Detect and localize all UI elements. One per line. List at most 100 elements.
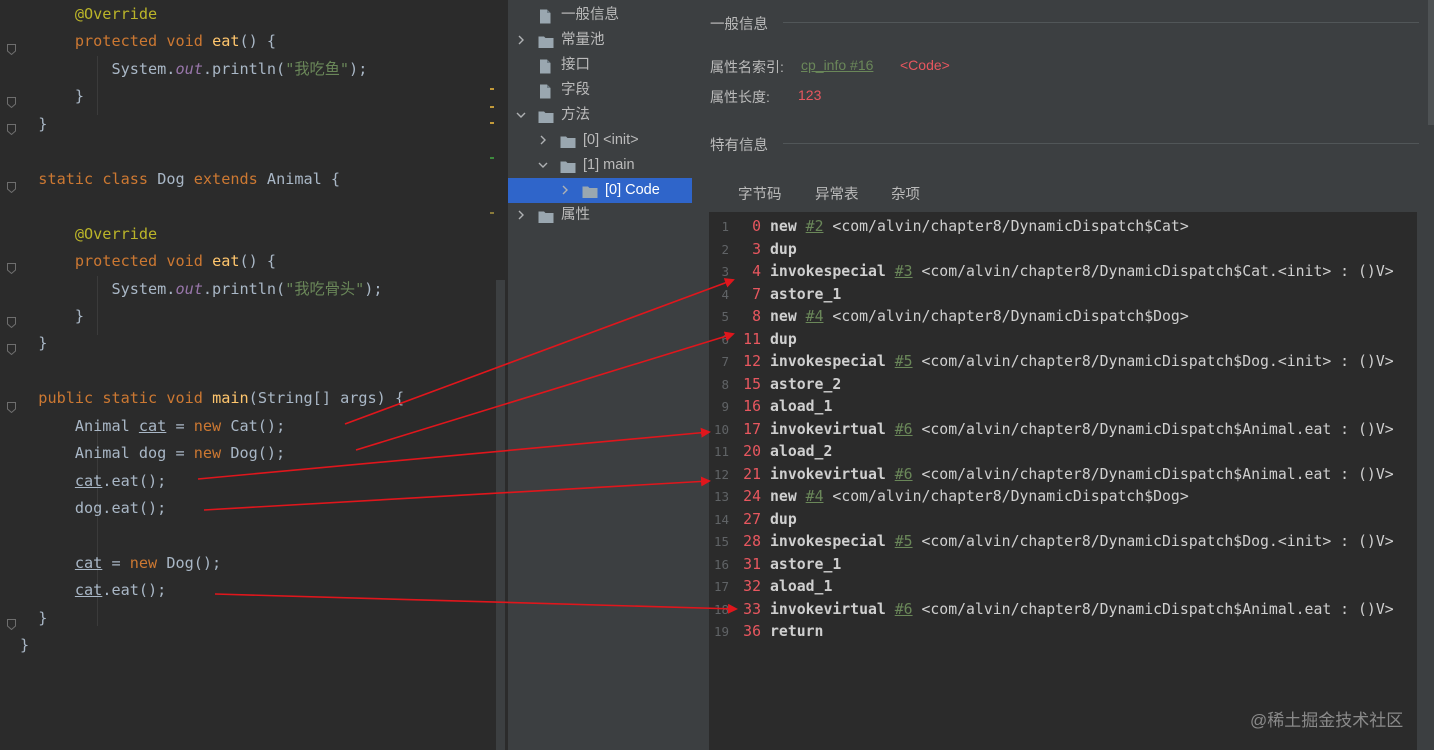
tree-node[interactable]: 常量池 (508, 28, 693, 53)
code-line[interactable]: protected void eat() { (20, 249, 276, 273)
bytecode-line[interactable]: 4 7 astore_1 (709, 284, 1417, 307)
fold-marker-icon[interactable] (7, 93, 16, 109)
tree-node[interactable]: 接口 (508, 53, 693, 78)
class-structure-tree[interactable]: 一般信息 常量池 接口字段方法 [0] <init> [1] main [0] Code 属… (508, 0, 693, 750)
folder-icon (538, 33, 554, 48)
code-token: public (38, 389, 94, 408)
tree-node[interactable]: [0] Code (508, 178, 692, 203)
tree-node[interactable]: 属性 (508, 203, 693, 228)
code-line[interactable]: System.out.println("我吃鱼"); (20, 57, 367, 81)
code-line[interactable]: } (20, 633, 29, 657)
constant-ref-link[interactable]: #4 (806, 308, 824, 325)
code-line[interactable]: Animal cat = new Cat(); (20, 414, 285, 438)
bytecode-line[interactable]: 14 27 dup (709, 509, 1417, 532)
code-line[interactable]: static class Dog extends Animal { (20, 167, 340, 191)
cp-info-link[interactable]: cp_info #16 (801, 57, 873, 73)
constant-ref-link[interactable]: #4 (806, 488, 824, 505)
constant-ref-link[interactable]: #2 (806, 218, 824, 235)
tree-node[interactable]: 方法 (508, 103, 693, 128)
chevron-down-icon[interactable] (538, 153, 548, 179)
code-line[interactable]: cat = new Dog(); (20, 551, 221, 575)
code-line[interactable]: @Override (20, 2, 157, 26)
tree-node[interactable]: 字段 (508, 78, 693, 103)
code-line[interactable]: } (20, 112, 47, 136)
code-line[interactable]: protected void eat() { (20, 29, 276, 53)
chevron-right-icon[interactable] (560, 178, 570, 204)
bytecode-line[interactable]: 5 8 new #4 <com/alvin/chapter8/DynamicDisp… (709, 306, 1417, 329)
tab-misc[interactable]: 杂项 (891, 182, 920, 208)
code-line[interactable]: cat.eat(); (20, 578, 166, 602)
bytecode-line[interactable]: 8 15 astore_2 (709, 374, 1417, 397)
bytecode-line[interactable]: 3 4 invokespecial #3 <com/alvin/chapter8/D… (709, 261, 1417, 284)
bytecode-view[interactable]: 1 0 new #2 <com/alvin/chapter8/DynamicDisp… (709, 212, 1417, 750)
tree-node[interactable]: [0] <init> (508, 128, 693, 153)
bytecode-offset: 12 (743, 353, 761, 370)
fold-marker-icon[interactable] (7, 615, 16, 631)
code-line[interactable]: Animal dog = new Dog(); (20, 441, 285, 465)
tree-node[interactable]: 一般信息 (508, 3, 693, 28)
fold-marker-icon[interactable] (7, 40, 16, 56)
constant-ref-link[interactable]: #6 (895, 601, 913, 618)
bytecode-line[interactable]: 9 16 aload_1 (709, 396, 1417, 419)
bytecode-line[interactable]: 11 20 aload_2 (709, 441, 1417, 464)
code-line[interactable]: dog.eat(); (20, 496, 166, 520)
fold-marker-icon[interactable] (7, 120, 16, 136)
bytecode-line[interactable]: 16 31 astore_1 (709, 554, 1417, 577)
chevron-right-icon[interactable] (538, 128, 548, 154)
code-token: Animal dog = (74, 444, 194, 463)
editor-scrollbar-thumb[interactable] (496, 280, 505, 750)
bytecode-line[interactable]: 18 33 invokevirtual #6 <com/alvin/chapter8… (709, 599, 1417, 622)
code-token: "我吃骨头" (285, 279, 365, 298)
code-line[interactable]: cat.eat(); (20, 469, 166, 493)
bytecode-offset: 4 (752, 263, 761, 280)
bytecode-instruction: dup (770, 329, 797, 352)
bytecode-line[interactable]: 10 17 invokevirtual #6 <com/alvin/chapter8… (709, 419, 1417, 442)
code-line[interactable]: public static void main(String[] args) { (20, 386, 404, 410)
chevron-right-icon[interactable] (516, 203, 526, 229)
bytecode-line[interactable]: 2 3 dup (709, 239, 1417, 262)
opcode: invokevirtual (770, 420, 886, 438)
chevron-right-icon[interactable] (516, 28, 526, 54)
constant-ref-link[interactable]: #5 (895, 353, 913, 370)
chevron-down-icon[interactable] (516, 103, 526, 129)
code-line[interactable]: } (20, 331, 47, 355)
bytecode-line[interactable]: 17 32 aload_1 (709, 576, 1417, 599)
bytecode-line[interactable]: 12 21 invokevirtual #6 <com/alvin/chapter8… (709, 464, 1417, 487)
fold-marker-icon[interactable] (7, 313, 16, 329)
constant-ref-link[interactable]: #6 (895, 466, 913, 483)
constant-ref-link[interactable]: #5 (895, 533, 913, 550)
bytecode-line[interactable]: 13 24 new #4 <com/alvin/chapter8/DynamicDi… (709, 486, 1417, 509)
operand-text: <com/alvin/chapter8/DynamicDispatch$Anim… (921, 465, 1394, 483)
bytecode-line[interactable]: 7 12 invokespecial #5 <com/alvin/chapter8/… (709, 351, 1417, 374)
tree-node-label: 字段 (561, 82, 590, 98)
tree-node[interactable]: [1] main (508, 153, 693, 178)
tab-bytecode[interactable]: 字节码 (738, 182, 782, 208)
code-line[interactable]: } (20, 84, 84, 108)
code-line[interactable]: @Override (20, 222, 157, 246)
code-line[interactable]: System.out.println("我吃骨头"); (20, 277, 382, 301)
bytecode-line[interactable]: 19 36 return (709, 621, 1417, 644)
fold-marker-icon[interactable] (7, 398, 16, 414)
fold-marker-icon[interactable] (7, 259, 16, 275)
bytecode-instruction: invokevirtual #6 <com/alvin/chapter8/Dyn… (770, 419, 1394, 442)
code-token: } (74, 87, 85, 106)
code-line[interactable]: } (20, 606, 47, 630)
bytecode-line[interactable]: 1 0 new #2 <com/alvin/chapter8/DynamicDisp… (709, 216, 1417, 239)
constant-ref-link[interactable]: #3 (895, 263, 913, 280)
fold-marker-icon[interactable] (7, 178, 16, 194)
code-token: new (129, 554, 158, 572)
right-scrollbar-thumb[interactable] (1428, 0, 1434, 125)
constant-ref-link[interactable]: #6 (895, 421, 913, 438)
bytecode-line[interactable]: 15 28 invokespecial #5 <com/alvin/chapter8… (709, 531, 1417, 554)
code-editor[interactable]: @Override protected void eat() { System.… (0, 0, 508, 750)
code-line[interactable]: } (20, 304, 84, 328)
tree-node-label: 属性 (561, 207, 590, 223)
bytecode-offset: 16 (743, 398, 761, 415)
bytecode-line[interactable]: 6 11 dup (709, 329, 1417, 352)
fold-marker-icon[interactable] (7, 340, 16, 356)
tab-exception-table[interactable]: 异常表 (815, 182, 859, 208)
name-index-link[interactable]: cp_info #16 (801, 57, 873, 73)
